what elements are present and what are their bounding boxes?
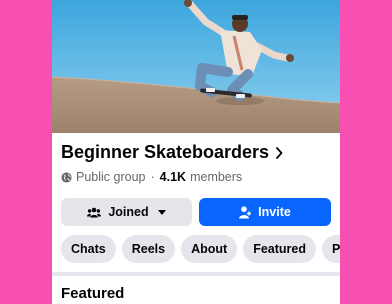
group-name[interactable]: Beginner Skateboarders (61, 142, 269, 163)
joined-button[interactable]: Joined (61, 198, 192, 226)
group-tabs: Chats Reels About Featured Photos (61, 235, 340, 263)
featured-section-title: Featured (61, 285, 125, 302)
meta-separator: · (150, 170, 155, 184)
members-label: members (190, 170, 243, 184)
tab-photos[interactable]: Photos (322, 235, 340, 263)
caret-down-icon (157, 209, 166, 215)
privacy-label: Public group (76, 170, 146, 184)
group-title[interactable]: Beginner Skateboarders (61, 142, 283, 163)
invite-button[interactable]: Invite (199, 198, 331, 226)
tab-about[interactable]: About (181, 235, 238, 263)
section-divider (52, 272, 340, 276)
add-person-icon (239, 205, 252, 218)
chevron-right-icon (276, 146, 283, 159)
member-count: 4.1K (159, 170, 187, 184)
cover-photo (52, 0, 340, 133)
tab-reels[interactable]: Reels (121, 235, 176, 263)
joined-label: Joined (108, 205, 149, 219)
invite-label: Invite (258, 205, 291, 219)
tab-featured[interactable]: Featured (243, 235, 316, 263)
group-page: Beginner Skateboarders Public group · 4.… (52, 0, 340, 304)
group-meta: Public group · 4.1K members (61, 170, 242, 184)
people-icon (87, 207, 102, 217)
globe-icon (61, 171, 72, 183)
tab-chats[interactable]: Chats (61, 235, 116, 263)
